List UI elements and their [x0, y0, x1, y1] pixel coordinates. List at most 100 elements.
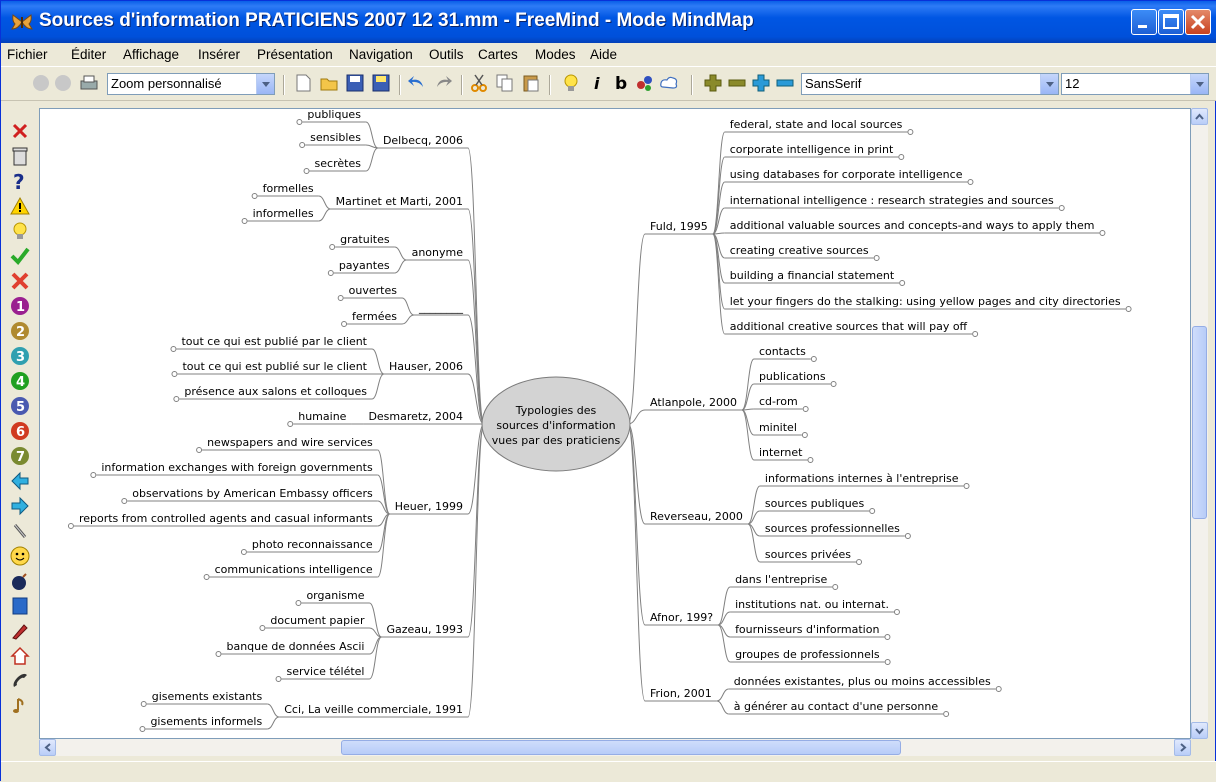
branch-node-left[interactable]: Cci, La veille commerciale, 1991 — [284, 703, 463, 716]
phone-icon[interactable] — [10, 671, 30, 691]
fold-handle[interactable] — [203, 574, 210, 580]
fold-handle[interactable] — [140, 701, 147, 707]
fold-handle[interactable] — [995, 686, 1002, 692]
leaf-node[interactable]: observations by American Embassy officer… — [132, 487, 373, 500]
branch-node-right[interactable]: Reverseau, 2000 — [650, 510, 743, 523]
fold-handle[interactable] — [296, 119, 303, 125]
branch-node-right[interactable]: Atlanpole, 2000 — [650, 396, 737, 409]
leaf-node[interactable]: additional creative sources that will pa… — [730, 320, 968, 333]
new-icon[interactable] — [293, 73, 313, 93]
leaf-node[interactable]: international intelligence : research st… — [730, 194, 1054, 207]
fold-handle[interactable] — [967, 179, 974, 185]
fold-handle[interactable] — [173, 396, 180, 402]
branch-node-left[interactable]: Hauser, 2006 — [389, 360, 463, 373]
fold-handle[interactable] — [830, 381, 837, 387]
music-icon[interactable] — [10, 696, 30, 716]
leaf-node[interactable]: newspapers and wire services — [207, 436, 373, 449]
branch-node-right[interactable]: Afnor, 199? — [650, 611, 713, 624]
fold-handle[interactable] — [801, 432, 808, 438]
menu-editer[interactable]: Éditer — [71, 47, 106, 62]
fold-handle[interactable] — [963, 483, 970, 489]
branch-node-left[interactable]: ________ — [418, 301, 464, 314]
leaf-node[interactable]: contacts — [759, 345, 806, 358]
menu-presentation[interactable]: Présentation — [257, 47, 333, 62]
branch-node-left[interactable]: anonyme — [412, 246, 464, 259]
arrow-right-icon[interactable] — [10, 496, 30, 516]
menu-navigation[interactable]: Navigation — [349, 47, 413, 62]
minimize-button[interactable] — [1131, 9, 1157, 35]
fold-handle[interactable] — [893, 609, 900, 615]
chevron-down-icon[interactable] — [1040, 74, 1058, 94]
fold-handle[interactable] — [259, 625, 266, 631]
fold-handle[interactable] — [241, 218, 248, 224]
fold-handle[interactable] — [1058, 205, 1065, 211]
close-button[interactable] — [1185, 9, 1211, 35]
menu-fichier[interactable]: Fichier — [7, 47, 48, 62]
priority-4-icon[interactable]: 4 — [10, 371, 30, 391]
fold-handle[interactable] — [171, 371, 178, 377]
horizontal-scrollbar[interactable] — [39, 739, 1191, 756]
fold-handle[interactable] — [240, 549, 247, 555]
undo-icon[interactable] — [407, 73, 427, 93]
fold-handle[interactable] — [873, 255, 880, 261]
cross-icon[interactable] — [10, 271, 30, 291]
leaf-node[interactable]: à générer au contact d'une personne — [734, 700, 939, 713]
leaf-node[interactable]: données existantes, plus ou moins access… — [734, 675, 991, 688]
fold-handle[interactable] — [299, 142, 306, 148]
leaf-node[interactable]: tout ce qui est publié par le client — [181, 335, 367, 348]
smiley-icon[interactable] — [10, 546, 30, 566]
fold-handle[interactable] — [907, 129, 914, 135]
branch-node-left[interactable]: Gazeau, 1993 — [386, 623, 463, 636]
fold-handle[interactable] — [341, 321, 348, 327]
leaf-node[interactable]: minitel — [759, 421, 797, 434]
fold-handle[interactable] — [215, 651, 222, 657]
attachment-icon[interactable] — [10, 521, 30, 541]
leaf-node[interactable]: sources privées — [765, 548, 851, 561]
zoom-in-icon[interactable] — [703, 73, 723, 93]
leaf-node[interactable]: information exchanges with foreign gover… — [101, 461, 373, 474]
idea-icon[interactable] — [561, 73, 581, 93]
fold-handle[interactable] — [810, 356, 817, 362]
italic-icon[interactable]: i — [587, 73, 607, 93]
scroll-left-button[interactable] — [39, 739, 56, 756]
fold-handle[interactable] — [251, 193, 258, 199]
leaf-node[interactable]: banque de données Ascii — [226, 640, 364, 653]
priority-3-icon[interactable]: 3 — [10, 346, 30, 366]
expand-icon[interactable] — [751, 73, 771, 93]
leaf-node[interactable]: gratuites — [340, 233, 390, 246]
leaf-node[interactable]: sources professionnelles — [765, 522, 900, 535]
leaf-node[interactable]: additional valuable sources and concepts… — [730, 219, 1095, 232]
leaf-node[interactable]: publications — [759, 370, 826, 383]
cloud-icon[interactable] — [659, 73, 679, 93]
branch-node-right[interactable]: Frion, 2001 — [650, 687, 712, 700]
leaf-node[interactable]: corporate intelligence in print — [730, 143, 894, 156]
menu-aide[interactable]: Aide — [590, 47, 617, 62]
menu-affichage[interactable]: Affichage — [123, 47, 179, 62]
fold-handle[interactable] — [972, 331, 979, 337]
open-icon[interactable] — [319, 73, 339, 93]
fold-handle[interactable] — [943, 711, 950, 717]
copy-icon[interactable] — [495, 73, 515, 93]
mindmap-canvas[interactable]: Delbecq, 2006 publiques sensibles secrètes M… — [39, 108, 1191, 739]
branch-node-left[interactable]: Heuer, 1999 — [395, 500, 463, 513]
leaf-node[interactable]: let your fingers do the stalking: using … — [730, 295, 1121, 308]
leaf-node[interactable]: document papier — [270, 614, 365, 627]
priority-5-icon[interactable]: 5 — [10, 396, 30, 416]
home-icon[interactable] — [10, 646, 30, 666]
bold-icon[interactable]: b — [611, 73, 631, 93]
fold-handle[interactable] — [802, 406, 809, 412]
leaf-node[interactable]: organisme — [306, 589, 364, 602]
cut-icon[interactable] — [469, 73, 489, 93]
fold-handle[interactable] — [898, 154, 905, 160]
menu-cartes[interactable]: Cartes — [478, 47, 518, 62]
fold-handle[interactable] — [90, 472, 97, 478]
menu-outils[interactable]: Outils — [429, 47, 464, 62]
branch-node-left[interactable]: Desmaretz, 2004 — [368, 410, 463, 423]
paste-icon[interactable] — [521, 73, 541, 93]
fold-handle[interactable] — [807, 457, 814, 463]
maximize-button[interactable] — [1158, 9, 1184, 35]
warning-icon[interactable] — [10, 196, 30, 216]
priority-1-icon[interactable]: 1 — [10, 296, 30, 316]
save-as-icon[interactable] — [371, 73, 391, 93]
fold-handle[interactable] — [856, 559, 863, 565]
